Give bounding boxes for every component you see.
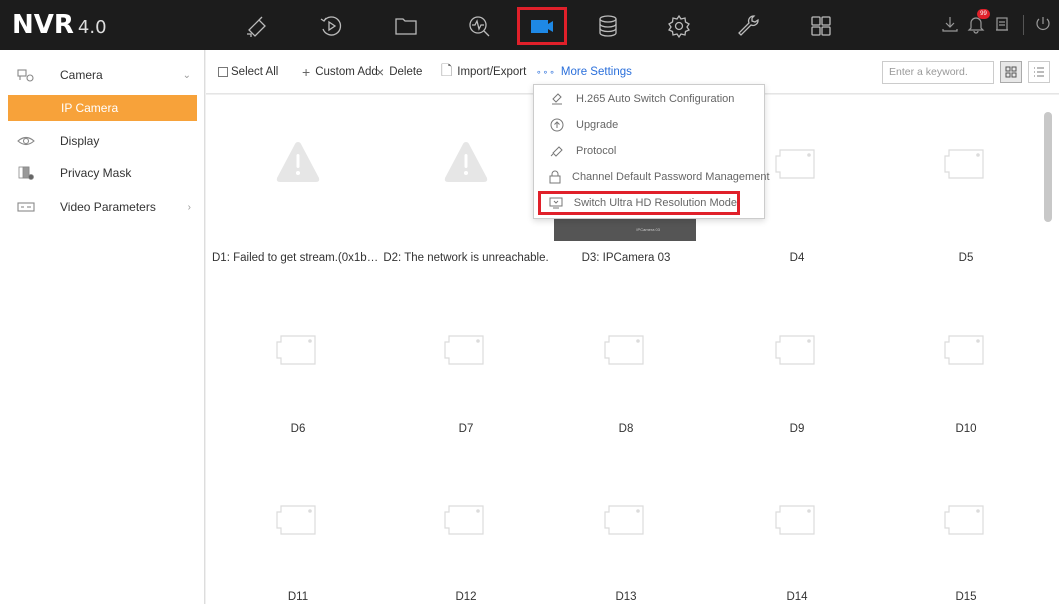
sidebar-item-label: Display: [60, 134, 100, 148]
playback-icon[interactable]: [306, 7, 356, 45]
list-view-icon[interactable]: [1028, 61, 1050, 83]
app-logo: NVR 4.0: [12, 10, 107, 40]
camera-label: D9: [789, 423, 805, 435]
camera-placeholder-icon[interactable]: [766, 140, 828, 186]
delete-button[interactable]: × Delete: [376, 64, 422, 80]
warning-icon[interactable]: [267, 140, 329, 186]
plus-icon: +: [302, 64, 311, 80]
camera-placeholder-icon[interactable]: [435, 326, 497, 372]
h265-icon: [548, 91, 566, 107]
scrollbar[interactable]: [1044, 112, 1052, 222]
camera-placeholder-icon[interactable]: [766, 326, 828, 372]
checkbox-icon: [218, 67, 228, 77]
privacy-mask-icon: [16, 165, 36, 181]
maintenance-icon[interactable]: [723, 7, 773, 45]
import-export-icon: 🗋: [441, 62, 453, 78]
system-settings-icon[interactable]: [654, 7, 704, 45]
camera-label: D12: [455, 591, 477, 603]
topbar-separator: [1023, 15, 1024, 35]
live-view-icon[interactable]: [232, 7, 282, 45]
bell-icon[interactable]: 99: [964, 9, 990, 36]
camera-label: D3: IPCamera 03: [581, 252, 671, 264]
sidebar-item-display[interactable]: Display: [8, 128, 197, 154]
camera-label: D13: [615, 591, 637, 603]
camera-placeholder-icon[interactable]: [935, 140, 997, 186]
camera-label: D4: [789, 252, 805, 264]
select-all-checkbox[interactable]: Select All: [218, 64, 278, 80]
camera-label: D2: The network is unreachable.: [383, 252, 549, 264]
sidebar-item-privacy-mask[interactable]: Privacy Mask: [8, 160, 197, 186]
sidebar-item-label: Video Parameters: [60, 200, 156, 214]
camera-label: D14: [786, 591, 808, 603]
chevron-down-icon: ⌄: [182, 69, 191, 81]
menu-item-channel-default-password[interactable]: Channel Default Password Management: [534, 165, 770, 189]
video-parameters-icon: [16, 199, 36, 215]
smart-analysis-icon[interactable]: [454, 7, 504, 45]
lock-icon: [548, 169, 562, 185]
configuration-icon[interactable]: [517, 7, 567, 45]
grid-view-icon[interactable]: [1000, 61, 1022, 83]
power-icon[interactable]: [1031, 12, 1055, 36]
camera-placeholder-icon[interactable]: [766, 496, 828, 542]
camera-label: D7: [458, 423, 474, 435]
camera-placeholder-icon[interactable]: [935, 326, 997, 372]
upgrade-icon: [548, 117, 566, 133]
menu-item-switch-ultra-hd[interactable]: Switch Ultra HD Resolution Mode: [538, 191, 740, 215]
sidebar-item-video-parameters[interactable]: Video Parameters ›: [8, 194, 197, 220]
lock-icon[interactable]: [990, 12, 1014, 36]
sidebar-item-label: Privacy Mask: [60, 166, 132, 180]
download-icon[interactable]: [938, 12, 962, 36]
camera-icon: [16, 67, 36, 83]
top-bar: NVR 4.0 99: [0, 0, 1059, 50]
camera-label: D1: Failed to get stream.(0x1b01...: [212, 252, 384, 264]
sidebar-item-label: Camera: [60, 68, 103, 82]
eye-icon: [16, 133, 36, 149]
close-icon: ×: [376, 64, 385, 80]
camera-label: D6: [290, 423, 306, 435]
sidebar: Camera ⌄ IP Camera Display Privacy Mask …: [0, 50, 205, 604]
camera-label: D11: [287, 591, 309, 603]
camera-placeholder-icon[interactable]: [435, 496, 497, 542]
storage-icon[interactable]: [583, 7, 633, 45]
custom-add-button[interactable]: + Custom Add: [302, 64, 378, 80]
more-settings-dropdown: H.265 Auto Switch Configuration Upgrade …: [533, 84, 770, 219]
camera-placeholder-icon[interactable]: [267, 326, 329, 372]
camera-placeholder-icon[interactable]: [595, 496, 657, 542]
file-management-icon[interactable]: [381, 7, 431, 45]
camera-label: D15: [955, 591, 977, 603]
camera-label: D5: [958, 252, 974, 264]
more-dots-icon: ∘∘∘: [536, 66, 556, 77]
sidebar-item-camera[interactable]: Camera ⌄: [8, 62, 197, 88]
camera-label: D8: [618, 423, 634, 435]
sidebar-subitem-ip-camera[interactable]: IP Camera: [8, 95, 197, 121]
camera-thumbnail-d3[interactable]: IPCamera 03: [554, 218, 696, 241]
camera-placeholder-icon[interactable]: [267, 496, 329, 542]
more-settings-button[interactable]: ∘∘∘ More Settings: [536, 64, 632, 80]
menu-item-h265-auto-switch[interactable]: H.265 Auto Switch Configuration: [534, 87, 764, 111]
import-export-button[interactable]: 🗋 Import/Export: [441, 62, 526, 80]
monitor-icon: [549, 195, 564, 211]
camera-placeholder-icon[interactable]: [595, 326, 657, 372]
camera-label: D10: [955, 423, 977, 435]
protocol-icon: [548, 143, 566, 159]
camera-placeholder-icon[interactable]: [935, 496, 997, 542]
chevron-right-icon: ›: [187, 201, 191, 213]
menu-item-protocol[interactable]: Protocol: [534, 139, 764, 163]
menu-item-upgrade[interactable]: Upgrade: [534, 113, 764, 137]
notification-badge: 99: [977, 9, 990, 19]
warning-icon[interactable]: [435, 140, 497, 186]
extended-apps-icon[interactable]: [796, 7, 846, 45]
search-input[interactable]: Enter a keyword.: [882, 61, 994, 84]
